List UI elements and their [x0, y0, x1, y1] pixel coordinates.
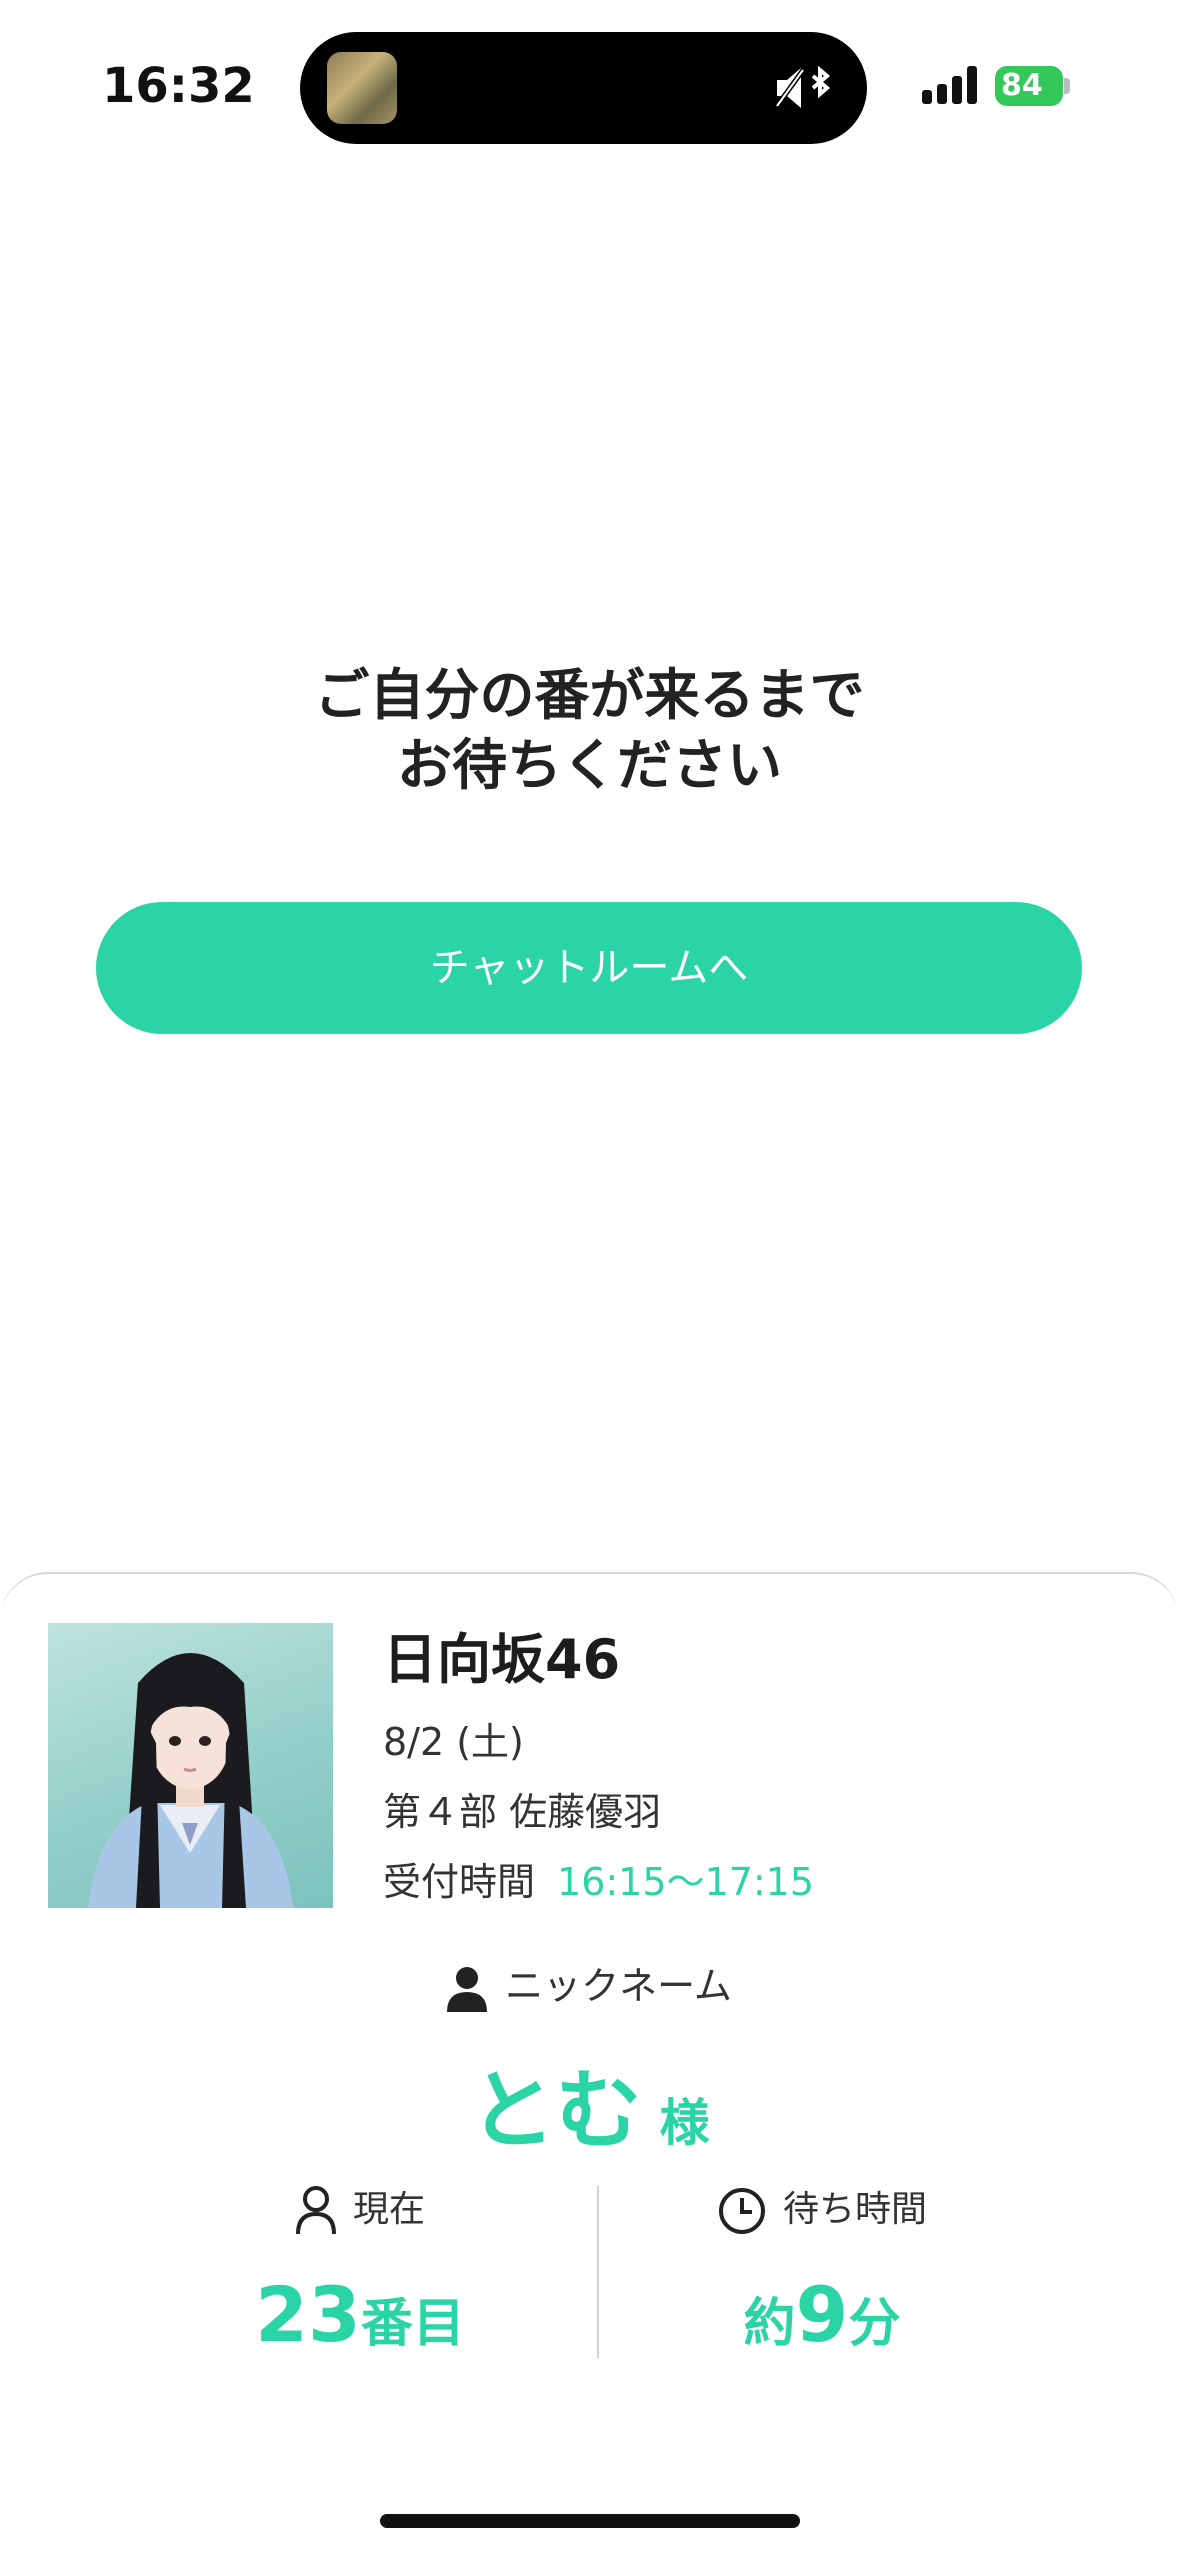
waiting-message-line2: お待ちください: [396, 733, 782, 797]
battery-icon: 84: [995, 66, 1063, 106]
person-outline-icon: [295, 2186, 336, 2235]
wait-time-number: 9: [795, 2270, 849, 2359]
person-filled-icon: [447, 1966, 488, 2012]
dynamic-island[interactable]: [300, 32, 867, 144]
home-indicator[interactable]: [380, 2514, 800, 2528]
screen: 16:32 84 ご自分の番が来るまで お待ちください チャットルームへ 日向坂…: [0, 0, 1179, 2556]
current-position-number: 23: [255, 2270, 361, 2359]
battery-tip: [1064, 78, 1070, 94]
nickname-name: とむ: [469, 2061, 642, 2161]
event-date: 8/2 (土): [383, 1720, 524, 1764]
reception-time: 16:15〜17:15: [557, 1860, 815, 1904]
current-position-unit: 番目: [360, 2294, 465, 2354]
nickname-value: とむ様: [0, 2040, 1179, 2165]
reception-time-row: 受付時間 16:15〜17:15: [383, 1859, 814, 1905]
wait-time-label: 待ち時間: [782, 2189, 927, 2230]
now-playing-artwork: [327, 52, 397, 124]
group-name: 日向坂46: [383, 1628, 621, 1691]
member-photo: [48, 1623, 333, 1908]
clock-icon: [718, 2188, 765, 2234]
wait-time-prefix: 約: [743, 2294, 796, 2354]
session-member: 第４部 佐藤優羽: [383, 1790, 662, 1834]
chat-room-button[interactable]: チャットルームへ: [96, 902, 1082, 1034]
nickname-label-row: ニックネーム: [0, 1956, 1179, 2016]
wait-time-unit: 分: [848, 2294, 901, 2354]
stats-divider: [597, 2186, 599, 2358]
waiting-message: ご自分の番が来るまで お待ちください: [0, 660, 1179, 800]
current-position: 現在 23番目: [160, 2180, 560, 2359]
island-status-icons: [773, 65, 837, 120]
wait-time: 待ち時間 約9分: [622, 2180, 1022, 2359]
cellular-signal-icon: [922, 66, 980, 104]
mute-speaker-icon: [774, 65, 831, 108]
status-time: 16:32: [102, 58, 255, 114]
nickname-label: ニックネーム: [505, 1964, 732, 2008]
reception-label: 受付時間: [383, 1860, 536, 1904]
current-position-label: 現在: [352, 2189, 425, 2230]
nickname-honorific: 様: [659, 2094, 710, 2152]
waiting-message-line1: ご自分の番が来るまで: [314, 663, 865, 727]
event-info: 日向坂46 8/2 (土) 第４部 佐藤優羽 受付時間 16:15〜17:15: [383, 1625, 814, 1905]
